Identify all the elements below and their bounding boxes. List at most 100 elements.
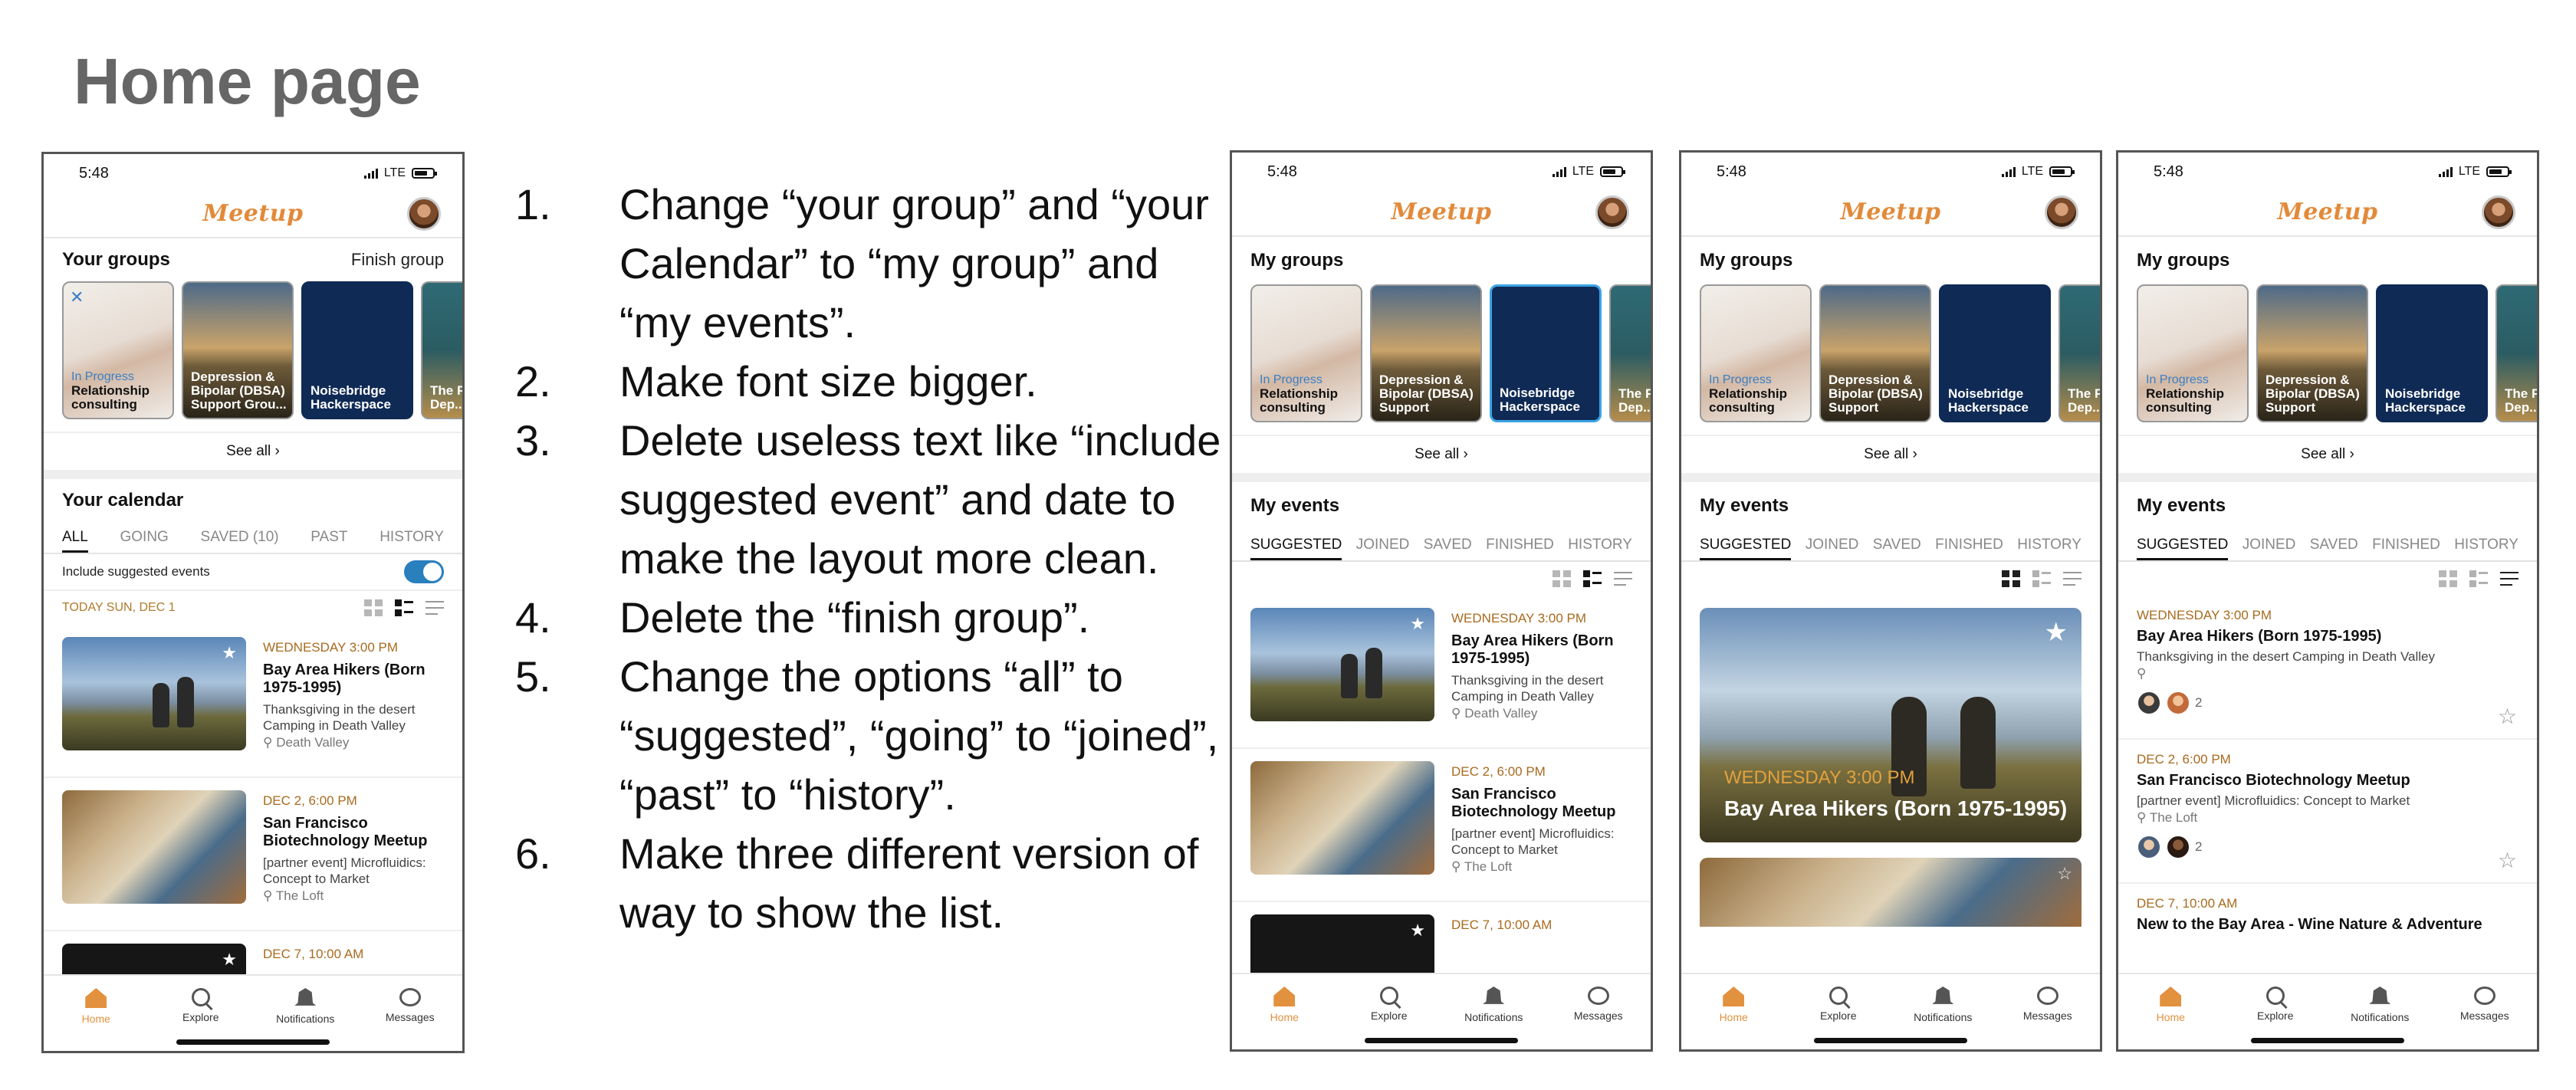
featured-event-card[interactable]: ★ WEDNESDAY 3:00 PM Bay Area Hikers (Bor… <box>1700 608 2082 842</box>
nav-home[interactable]: Home <box>54 988 138 1051</box>
group-card[interactable]: The Fra... Dep... <box>421 281 462 419</box>
compact-view-icon[interactable] <box>1614 570 1632 587</box>
profile-avatar[interactable] <box>407 197 441 231</box>
tab-finished[interactable]: FINISHED <box>1935 537 2003 553</box>
star-icon[interactable]: ★ <box>222 643 237 663</box>
profile-avatar[interactable] <box>2482 195 2515 229</box>
event-item[interactable]: DEC 2, 6:00 PM San Francisco Biotechnolog… <box>1232 749 1651 902</box>
grid-view-icon[interactable] <box>1552 570 1571 587</box>
tab-suggested[interactable]: SUGGESTED <box>2137 537 2229 560</box>
nav-messages[interactable]: Messages <box>2443 987 2527 1049</box>
tab-saved[interactable]: SAVED <box>2310 537 2358 553</box>
toggle-label: Include suggested events <box>62 564 210 579</box>
group-card[interactable]: The Fra... Dep... <box>2058 284 2100 422</box>
compact-view-icon[interactable] <box>2063 570 2082 587</box>
group-card[interactable]: The Fra... Dep... <box>2496 284 2537 422</box>
groups-carousel[interactable]: ✕ In Progress Relationship consulting Depre… <box>44 281 462 432</box>
tab-finished[interactable]: FINISHED <box>1486 537 1554 553</box>
group-card[interactable]: In Progress Relationship consulting <box>1700 284 1812 422</box>
note-item: 1. Change “your group” and “your Calendar… <box>515 180 1209 346</box>
grid-view-icon[interactable] <box>2439 570 2457 587</box>
tab-saved[interactable]: SAVED (10) <box>201 529 279 546</box>
nav-home[interactable]: Home <box>1691 987 1776 1049</box>
group-card[interactable]: Noisebridge Hackerspace <box>1939 284 2051 422</box>
list-view-icon[interactable] <box>1583 570 1602 587</box>
see-all-button[interactable]: See all › <box>2118 435 2537 473</box>
group-card[interactable]: In Progress Relationship consulting <box>1250 284 1362 422</box>
see-all-button[interactable]: See all › <box>1681 435 2100 473</box>
group-card[interactable]: Noisebridge Hackerspace <box>1490 284 1602 422</box>
event-item[interactable]: ★ WEDNESDAY 3:00 PM Bay Area Hikers (Born… <box>1232 596 1651 749</box>
tab-history[interactable]: HISTORY <box>1568 537 1632 553</box>
tab-saved[interactable]: SAVED <box>1873 537 1921 553</box>
profile-avatar[interactable] <box>2045 195 2078 229</box>
group-card[interactable]: Depression & Bipolar (DBSA) Support <box>1819 284 1931 422</box>
view-bar <box>1681 562 2100 596</box>
tab-history[interactable]: HISTORY <box>2017 537 2082 553</box>
nav-messages[interactable]: Messages <box>1556 987 1641 1049</box>
tab-history[interactable]: HISTORY <box>2454 537 2518 553</box>
star-icon[interactable]: ☆ <box>2498 848 2517 873</box>
profile-avatar[interactable] <box>1595 195 1629 229</box>
close-icon[interactable]: ✕ <box>70 287 84 307</box>
attendee-avatar <box>2166 835 2190 859</box>
compact-view-icon[interactable] <box>2500 570 2518 587</box>
tab-joined[interactable]: JOINED <box>2242 537 2296 553</box>
calendar-title: Your calendar <box>62 490 184 511</box>
group-card[interactable]: ✕ In Progress Relationship consulting <box>62 281 174 419</box>
group-card[interactable]: Noisebridge Hackerspace <box>301 281 413 419</box>
group-card[interactable]: Depression & Bipolar (DBSA) Support <box>1370 284 1482 422</box>
tab-suggested[interactable]: SUGGESTED <box>1250 537 1342 560</box>
list-view-icon[interactable] <box>2032 570 2051 587</box>
event-item[interactable]: DEC 2, 6:00 PM San Francisco Biotechnolo… <box>2118 740 2537 884</box>
tab-going[interactable]: GOING <box>120 529 169 546</box>
event-card[interactable]: ☆ <box>1700 858 2082 927</box>
groups-carousel[interactable]: In Progress Relationship consulting Depres… <box>2118 284 2537 435</box>
group-card[interactable]: In Progress Relationship consulting <box>2137 284 2249 422</box>
event-item[interactable]: WEDNESDAY 3:00 PM Bay Area Hikers (Born … <box>2118 596 2537 740</box>
tab-past[interactable]: PAST <box>310 529 347 546</box>
star-icon[interactable]: ★ <box>2045 617 2068 648</box>
group-card[interactable]: Noisebridge Hackerspace <box>2376 284 2488 422</box>
list-view-icon[interactable] <box>395 599 413 616</box>
tab-history[interactable]: HISTORY <box>380 529 444 546</box>
chat-icon <box>399 988 421 1006</box>
groups-carousel[interactable]: In Progress Relationship consulting Depres… <box>1232 284 1651 435</box>
nav-messages[interactable]: Messages <box>2006 987 2090 1049</box>
event-item[interactable]: DEC 2, 6:00 PM San Francisco Biotechnolog… <box>44 778 462 931</box>
tab-joined[interactable]: JOINED <box>1806 537 1859 553</box>
star-icon[interactable]: ☆ <box>2498 704 2517 729</box>
grid-view-icon[interactable] <box>2002 570 2020 587</box>
event-item[interactable]: DEC 7, 10:00 AM New to the Bay Area - Wi… <box>2118 884 2537 933</box>
tab-all[interactable]: ALL <box>62 529 88 553</box>
group-card[interactable]: The Fra... Dep... <box>1609 284 1651 422</box>
app-bar: Meetup <box>1232 191 1651 237</box>
tab-joined[interactable]: JOINED <box>1356 537 1410 553</box>
slide-title: Home page <box>74 45 421 117</box>
signal-icon <box>363 168 378 179</box>
list-view-icon[interactable] <box>2469 570 2488 587</box>
star-icon[interactable]: ★ <box>1410 921 1425 941</box>
tab-finished[interactable]: FINISHED <box>2372 537 2440 553</box>
see-all-button[interactable]: See all › <box>1232 435 1651 473</box>
attendee-avatar <box>2166 691 2190 715</box>
nav-home[interactable]: Home <box>1242 987 1326 1049</box>
tab-saved[interactable]: SAVED <box>1424 537 1472 553</box>
suggested-toggle[interactable] <box>404 560 444 583</box>
chat-icon <box>1587 987 1609 1005</box>
see-all-button[interactable]: See all › <box>44 432 462 470</box>
finish-group-link[interactable]: Finish group <box>351 250 444 270</box>
star-icon[interactable]: ★ <box>222 950 237 970</box>
event-item[interactable]: ★ WEDNESDAY 3:00 PM Bay Area Hikers (Born… <box>44 625 462 778</box>
star-icon[interactable]: ★ <box>1410 614 1425 634</box>
group-card[interactable]: Depression & Bipolar (DBSA) Support <box>2256 284 2368 422</box>
star-icon[interactable]: ☆ <box>2057 864 2072 884</box>
group-card[interactable]: Depression & Bipolar (DBSA) Support Grou… <box>182 281 294 419</box>
compact-view-icon[interactable] <box>426 599 444 616</box>
groups-carousel[interactable]: In Progress Relationship consulting Depres… <box>1681 284 2100 435</box>
chat-icon <box>2473 987 2496 1005</box>
nav-messages[interactable]: Messages <box>368 988 452 1051</box>
grid-view-icon[interactable] <box>364 599 383 616</box>
nav-home[interactable]: Home <box>2128 987 2213 1049</box>
tab-suggested[interactable]: SUGGESTED <box>1700 537 1792 560</box>
